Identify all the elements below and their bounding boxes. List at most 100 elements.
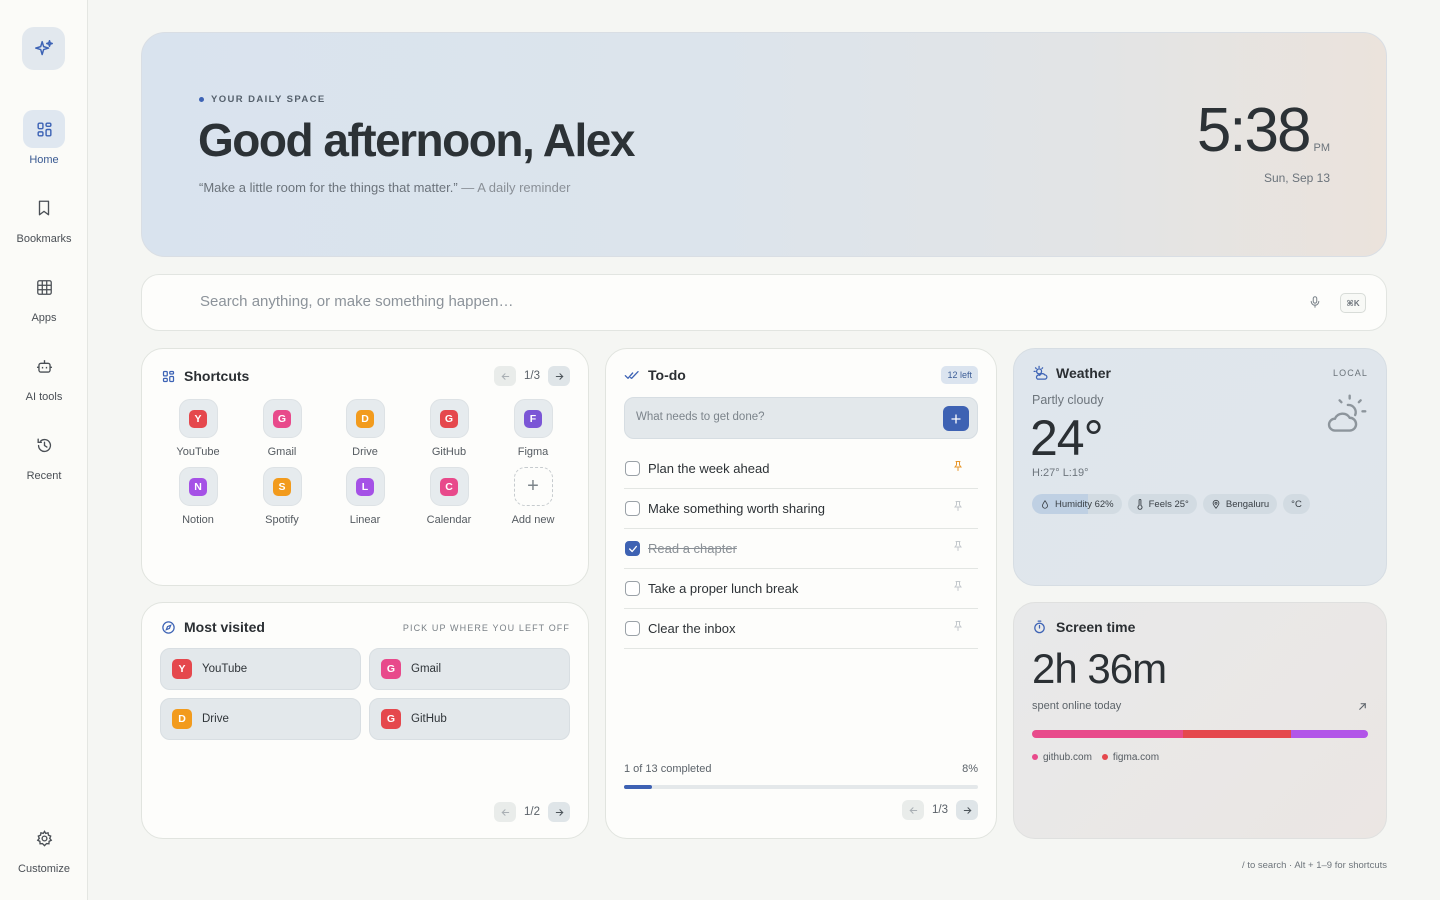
shortcut-label: Gmail: [267, 446, 297, 458]
sidebar-item-ai-tools[interactable]: AI tools: [0, 347, 88, 403]
greeting-title: Good afternoon, Alex: [198, 114, 635, 166]
todo-checkbox[interactable]: [625, 541, 640, 556]
visited-youtube[interactable]: Y YouTube: [160, 648, 361, 690]
todo-checkbox[interactable]: [625, 581, 640, 596]
pin-icon[interactable]: [952, 619, 964, 638]
daily-quote: “Make a little room for the things that …: [199, 180, 570, 195]
todo-progress-percent: 8%: [962, 763, 978, 775]
tag-dot-icon: [199, 97, 204, 102]
visited-drive[interactable]: D Drive: [160, 698, 361, 740]
todo-item: Plan the week ahead: [624, 449, 978, 489]
screen-time-segment: [1032, 730, 1184, 738]
visited-label: GitHub: [411, 713, 447, 725]
shortcut-tile: S: [262, 467, 302, 506]
notion-icon: N: [189, 477, 207, 496]
microphone-icon[interactable]: [1308, 294, 1322, 315]
sparkle-logo-icon[interactable]: [22, 27, 65, 70]
youtube-icon: Y: [172, 659, 192, 679]
keyboard-hint-footer: / to search · Alt + 1–9 for shortcuts: [1242, 860, 1387, 871]
screen-time-total: 2h 36m: [1032, 645, 1167, 692]
shortcut-spotify[interactable]: S Spotify: [247, 467, 317, 526]
feels-like-chip: Feels 25°: [1127, 494, 1197, 514]
history-icon: [23, 426, 65, 464]
weather-title: Weather: [1056, 365, 1111, 381]
prev-page-button[interactable]: [494, 802, 516, 822]
drive-icon: D: [356, 409, 374, 428]
visited-gmail[interactable]: G Gmail: [369, 648, 570, 690]
clock: 5:38 PM Sun, Sep 13: [1197, 95, 1330, 185]
weather-card: Weather LOCAL Partly cloudy 24° H:27° L:…: [1013, 348, 1387, 586]
sidebar-item-label: Customize: [18, 863, 70, 875]
arrow-up-right-icon[interactable]: [1357, 699, 1368, 717]
shortcut-label: YouTube: [176, 446, 220, 458]
pin-icon[interactable]: [952, 459, 964, 478]
next-page-button[interactable]: [548, 802, 570, 822]
quote-text: “Make a little room for the things that …: [199, 180, 458, 195]
todo-text: Plan the week ahead: [648, 461, 770, 476]
gear-icon: [23, 819, 65, 857]
keyboard-shortcut-hint: ⌘K: [1340, 293, 1366, 313]
shortcut-gmail[interactable]: G Gmail: [247, 399, 317, 458]
shortcut-calendar[interactable]: C Calendar: [414, 467, 484, 526]
sidebar-item-customize[interactable]: Customize: [0, 819, 88, 875]
add-shortcut-button[interactable]: + Add new: [498, 467, 568, 526]
add-todo-button[interactable]: [943, 406, 969, 431]
shortcut-tile: G: [429, 399, 469, 438]
shortcut-figma[interactable]: F Figma: [498, 399, 568, 458]
sidebar-item-apps[interactable]: Apps: [0, 268, 88, 324]
screen-time-card: Screen time 2h 36m spent online today gi…: [1013, 602, 1387, 839]
shortcut-linear[interactable]: L Linear: [330, 467, 400, 526]
prev-page-button[interactable]: [902, 800, 924, 820]
quote-author: — A daily reminder: [461, 180, 571, 195]
shortcut-drive[interactable]: D Drive: [330, 399, 400, 458]
todo-input-box: [624, 397, 978, 439]
todo-count-badge: 12 left: [941, 366, 978, 384]
bookmark-icon: [23, 189, 65, 227]
legend-item: github.com: [1032, 752, 1092, 763]
visited-github[interactable]: G GitHub: [369, 698, 570, 740]
grid-icon: [161, 369, 176, 389]
shortcut-github[interactable]: G GitHub: [414, 399, 484, 458]
todo-input[interactable]: [636, 411, 936, 423]
pin-icon[interactable]: [952, 539, 964, 558]
todo-checkbox[interactable]: [625, 621, 640, 636]
pin-icon[interactable]: [952, 579, 964, 598]
sidebar-item-label: Recent: [26, 470, 62, 482]
weather-scope: LOCAL: [1332, 368, 1368, 378]
grid-icon: [23, 110, 65, 148]
droplet-icon: [1042, 499, 1048, 509]
shortcut-tile: F: [513, 399, 553, 438]
shortcut-youtube[interactable]: Y YouTube: [163, 399, 233, 458]
shortcut-tile: D: [345, 399, 385, 438]
most-visited-card: Most visited PICK UP WHERE YOU LEFT OFF …: [141, 602, 589, 839]
search-bar: ⌘K: [141, 274, 1387, 331]
pin-icon[interactable]: [952, 499, 964, 518]
todo-checkbox[interactable]: [625, 501, 640, 516]
figma-icon: F: [524, 409, 542, 428]
sidebar-item-home[interactable]: Home: [0, 110, 88, 166]
visited-label: YouTube: [202, 663, 248, 675]
youtube-icon: Y: [189, 409, 207, 428]
sidebar-item-bookmarks[interactable]: Bookmarks: [0, 189, 88, 245]
page-indicator: 1/3: [932, 804, 948, 816]
legend-dot: [1032, 754, 1038, 760]
humidity-text: Humidity 62%: [1055, 498, 1114, 510]
shortcut-tile: Y: [178, 399, 218, 438]
prev-page-button[interactable]: [494, 366, 516, 386]
shortcut-label: Figma: [517, 446, 549, 458]
drive-icon: D: [172, 709, 192, 729]
location-chip[interactable]: Bengaluru: [1202, 494, 1278, 514]
sidebar-item-recent[interactable]: Recent: [0, 426, 88, 482]
unit-toggle-chip[interactable]: °C: [1283, 494, 1310, 514]
github-icon: G: [440, 409, 458, 428]
double-check-icon: [624, 368, 640, 387]
todo-item: Make something worth sharing: [624, 489, 978, 529]
robot-icon: [23, 347, 65, 385]
shortcut-notion[interactable]: N Notion: [163, 467, 233, 526]
search-input[interactable]: [200, 293, 1280, 310]
location-pin-icon: [1212, 499, 1220, 509]
next-page-button[interactable]: [956, 800, 978, 820]
next-page-button[interactable]: [548, 366, 570, 386]
check-icon: [628, 545, 637, 552]
todo-checkbox[interactable]: [625, 461, 640, 476]
